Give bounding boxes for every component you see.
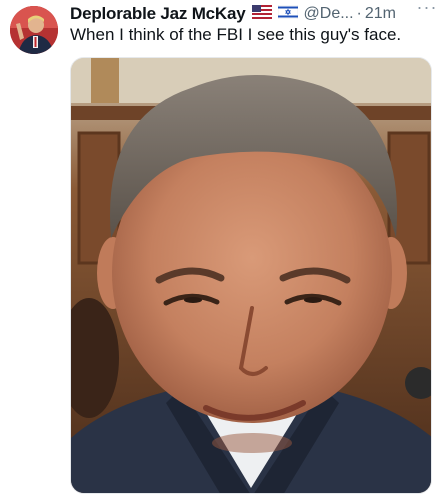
separator-dot: · [356, 5, 362, 22]
tweet-text: When I think of the FBI I see this guy's… [70, 25, 402, 44]
avatar[interactable] [10, 6, 58, 54]
tweet[interactable]: Deplorable Jaz McKay @De... · 21m ··· Wh… [0, 0, 442, 500]
israel-flag-icon [277, 3, 298, 25]
avatar-image [10, 6, 58, 54]
author-handle[interactable]: @De... [304, 3, 354, 25]
us-flag-icon [251, 3, 272, 25]
timestamp[interactable]: 21m [365, 3, 396, 25]
face-photo [71, 58, 431, 493]
tweet-photo[interactable] [70, 57, 432, 494]
more-options-icon[interactable]: ··· [416, 0, 438, 22]
author-name[interactable]: Deplorable Jaz McKay [70, 3, 246, 25]
tweet-header: Deplorable Jaz McKay @De... · 21m [70, 3, 432, 25]
